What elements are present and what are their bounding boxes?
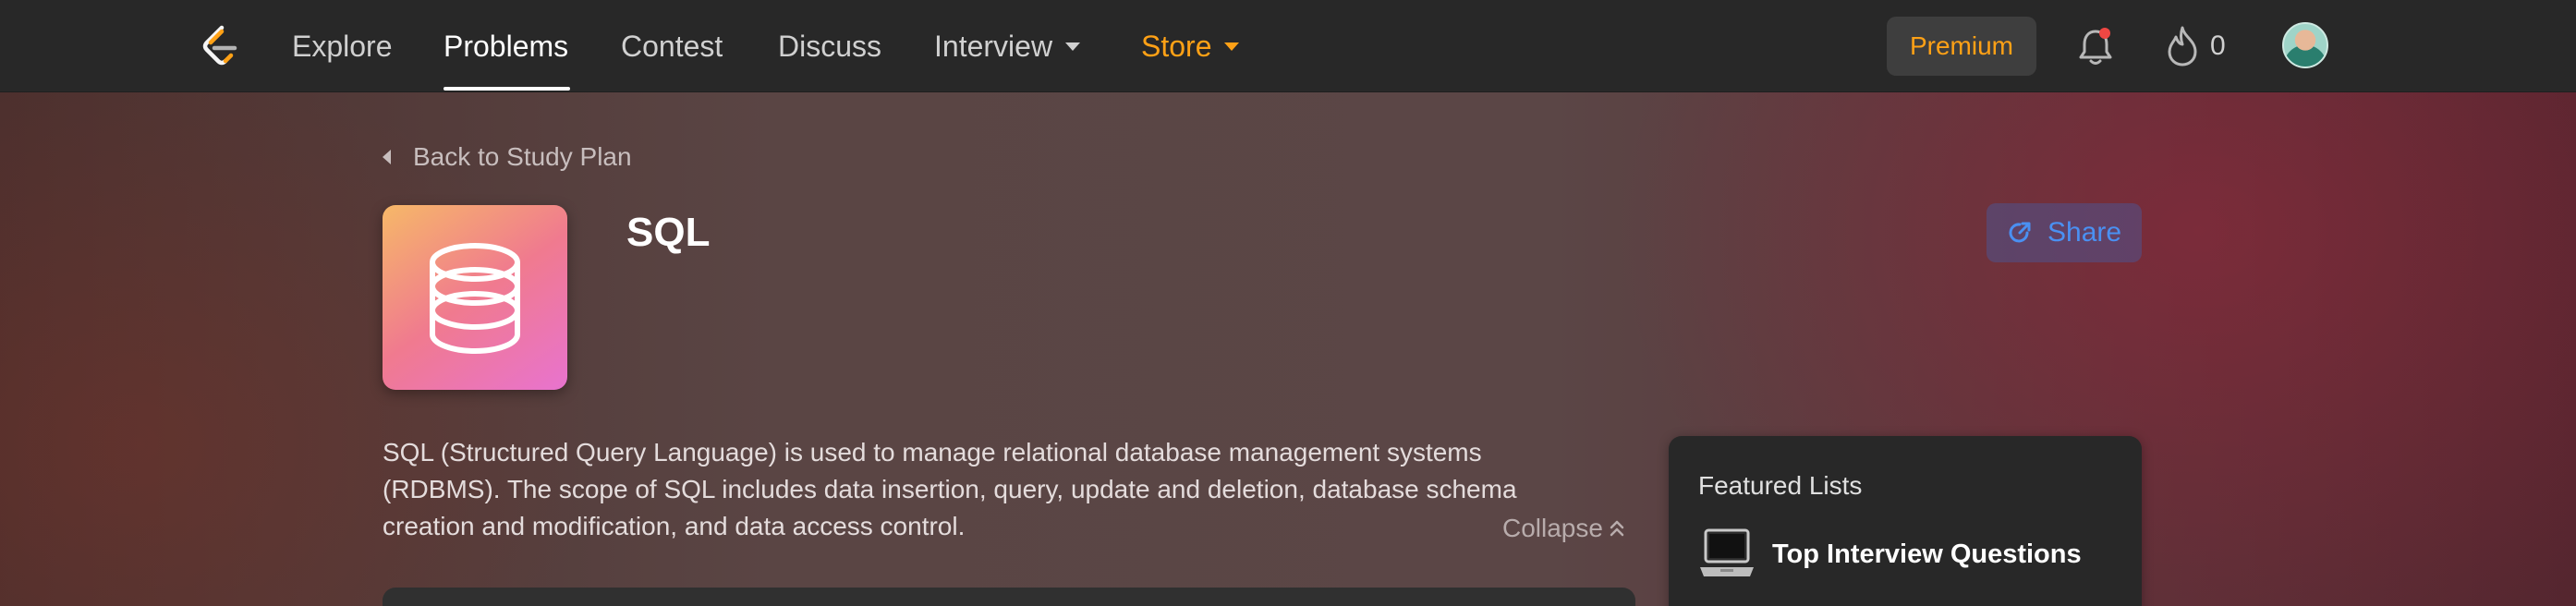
chevrons-up-icon [1610, 520, 1624, 536]
share-label: Share [2047, 217, 2122, 248]
chevron-left-icon [383, 150, 391, 165]
streak-count: 0 [2210, 30, 2226, 61]
notification-dot [2099, 28, 2110, 39]
plan-description: SQL (Structured Query Language) is used … [383, 438, 1517, 540]
chevron-down-icon [1065, 42, 1081, 52]
nav-active-indicator [444, 87, 570, 91]
share-icon [2009, 222, 2031, 243]
share-button[interactable]: Share [1987, 203, 2142, 262]
nav-interview-label: Interview [934, 30, 1053, 63]
leetcode-logo[interactable] [200, 24, 240, 68]
back-to-study-plan-link[interactable]: Back to Study Plan [383, 139, 632, 176]
top-navbar: Explore Problems Contest Discuss Intervi… [0, 0, 2576, 92]
page-title: SQL [626, 210, 711, 255]
collapse-button[interactable]: Collapse [1502, 510, 1625, 547]
featured-lists-panel: Featured Lists Top Interview Questions [1669, 436, 2142, 606]
user-avatar[interactable] [2282, 22, 2328, 68]
collapse-label: Collapse [1502, 514, 1603, 542]
problem-list-card [383, 588, 1635, 606]
nav-contest[interactable]: Contest [621, 26, 723, 67]
back-link-label: Back to Study Plan [413, 142, 632, 171]
featured-item-label: Top Interview Questions [1772, 539, 2082, 569]
flame-icon[interactable] [2164, 24, 2201, 68]
sql-plan-image [383, 205, 567, 390]
nav-discuss[interactable]: Discuss [778, 26, 881, 67]
featured-lists-title: Featured Lists [1698, 471, 1863, 500]
nav-explore[interactable]: Explore [292, 26, 393, 67]
premium-button[interactable]: Premium [1887, 17, 2036, 76]
chevron-down-icon [1224, 42, 1240, 52]
nav-interview[interactable]: Interview [934, 26, 1081, 67]
database-icon [430, 243, 521, 354]
nav-problems[interactable]: Problems [444, 26, 568, 67]
laptop-icon [1700, 528, 1754, 576]
nav-store-label: Store [1141, 30, 1212, 63]
featured-item-top-interview-questions[interactable]: Top Interview Questions [1698, 525, 2123, 584]
nav-store[interactable]: Store [1141, 26, 1240, 67]
